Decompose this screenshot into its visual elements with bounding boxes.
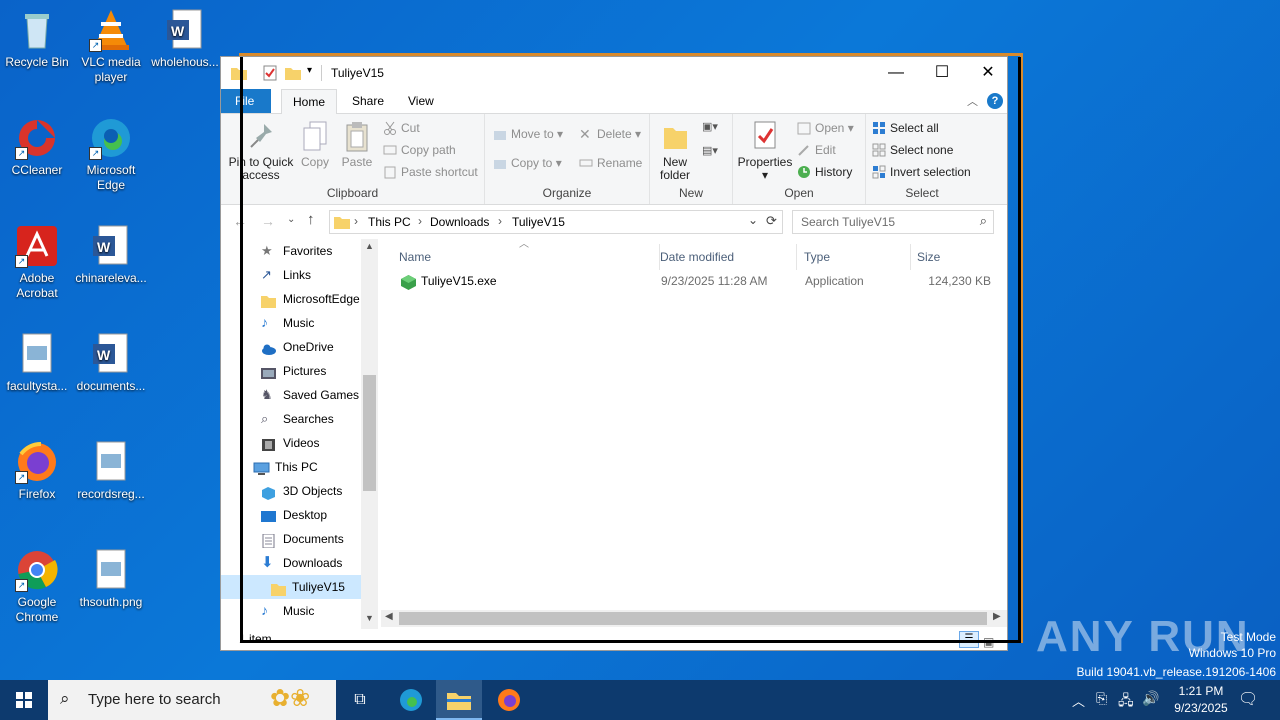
desktop-icon-ccleaner[interactable]: ↗ CCleaner: [1, 116, 73, 178]
desktop-icon-wholehous[interactable]: W wholehous...: [149, 8, 221, 70]
desktop-icon-label: Microsoft Edge: [86, 163, 136, 192]
desktop-icon-firefox[interactable]: ↗ Firefox: [1, 440, 73, 502]
word-document-icon: W: [163, 8, 207, 52]
desktop-icon-label: thsouth.png: [79, 595, 143, 609]
taskbar-firefox-button[interactable]: [486, 680, 532, 720]
desktop-icon-label: chinareleva...: [75, 271, 147, 285]
word-document-icon: W: [89, 224, 133, 268]
desktop-icon-label: documents...: [76, 379, 146, 393]
image-file-icon: [89, 548, 133, 592]
edge-icon: ↗: [89, 116, 133, 160]
image-file-icon: [15, 332, 59, 376]
desktop-icon-documents[interactable]: W documents...: [75, 332, 147, 394]
desktop-icon-edge[interactable]: ↗ Microsoft Edge: [75, 116, 147, 193]
taskbar-edge-button[interactable]: [388, 680, 434, 720]
acrobat-icon: ↗: [15, 224, 59, 268]
svg-text:W: W: [97, 347, 111, 363]
taskbar-explorer-button[interactable]: [436, 680, 482, 720]
image-file-icon: [89, 440, 133, 484]
desktop-icon-label: VLC media player: [81, 55, 141, 84]
capture-frame: [240, 57, 1021, 643]
clock-time[interactable]: 1:21 PM: [1172, 684, 1230, 698]
show-hidden-icons-icon[interactable]: ︿: [1072, 691, 1085, 710]
edge-icon: [400, 689, 422, 711]
build-label: Build 19041.vb_release.191206-1406: [1076, 665, 1277, 679]
network-icon[interactable]: ⎘: [1096, 690, 1107, 707]
word-document-icon: W: [89, 332, 133, 376]
taskbar-search-box[interactable]: ⌕ Type here to search ✿❀: [48, 680, 336, 720]
test-mode-label: Test Mode: [1220, 630, 1276, 644]
file-explorer-icon: [447, 693, 471, 710]
ccleaner-icon: ↗: [15, 116, 59, 160]
notifications-icon[interactable]: 🗨: [1238, 689, 1258, 709]
svg-text:W: W: [171, 23, 185, 39]
desktop-icon-recycle-bin[interactable]: Recycle Bin: [1, 8, 73, 70]
vlc-icon: ↗: [89, 8, 133, 52]
search-icon: ⌕: [60, 689, 70, 708]
desktop-icon-adobe-acrobat[interactable]: ↗ Adobe Acrobat: [1, 224, 73, 301]
windows-logo-icon: [16, 692, 32, 708]
clock-date[interactable]: 9/23/2025: [1166, 701, 1236, 715]
task-view-icon: ⧉: [354, 691, 366, 708]
windows-edition-label: Windows 10 Pro: [1188, 646, 1276, 660]
svg-text:W: W: [97, 239, 111, 255]
desktop-icon-label: Firefox: [18, 487, 56, 501]
desktop-icon-label: Adobe Acrobat: [16, 271, 58, 300]
start-button[interactable]: [0, 680, 48, 720]
desktop-icon-vlc[interactable]: ↗ VLC media player: [75, 8, 147, 85]
firefox-icon: [498, 689, 520, 711]
taskbar-search-placeholder: Type here to search: [88, 691, 221, 708]
desktop-icon-label: wholehous...: [151, 55, 219, 69]
desktop-icon-label: recordsreg...: [77, 487, 145, 501]
desktop-icon-thsouth[interactable]: thsouth.png: [75, 548, 147, 610]
volume-icon[interactable]: 🔊: [1142, 690, 1159, 707]
desktop-icon-facultysta[interactable]: facultysta...: [1, 332, 73, 394]
desktop-icon-recordsreg[interactable]: recordsreg...: [75, 440, 147, 502]
firefox-icon: ↗: [15, 440, 59, 484]
task-view-button[interactable]: ⧉: [340, 680, 380, 720]
desktop-icon-label: CCleaner: [11, 163, 63, 177]
flowers-decoration-icon: ✿❀: [270, 685, 311, 712]
desktop-icon-chinareleva[interactable]: W chinareleva...: [75, 224, 147, 286]
recycle-bin-icon: [15, 8, 59, 52]
desktop-icon-label: facultysta...: [6, 379, 68, 393]
desktop-icon-chrome[interactable]: ↗ Google Chrome: [1, 548, 73, 625]
ethernet-icon[interactable]: 🖧: [1118, 690, 1134, 714]
chrome-icon: ↗: [15, 548, 59, 592]
desktop-icon-label: Recycle Bin: [5, 55, 69, 69]
desktop-icon-label: Google Chrome: [15, 595, 59, 624]
taskbar: ⌕ Type here to search ✿❀ ⧉ ︿ ⎘ 🖧 🔊 1:21 …: [0, 680, 1280, 720]
